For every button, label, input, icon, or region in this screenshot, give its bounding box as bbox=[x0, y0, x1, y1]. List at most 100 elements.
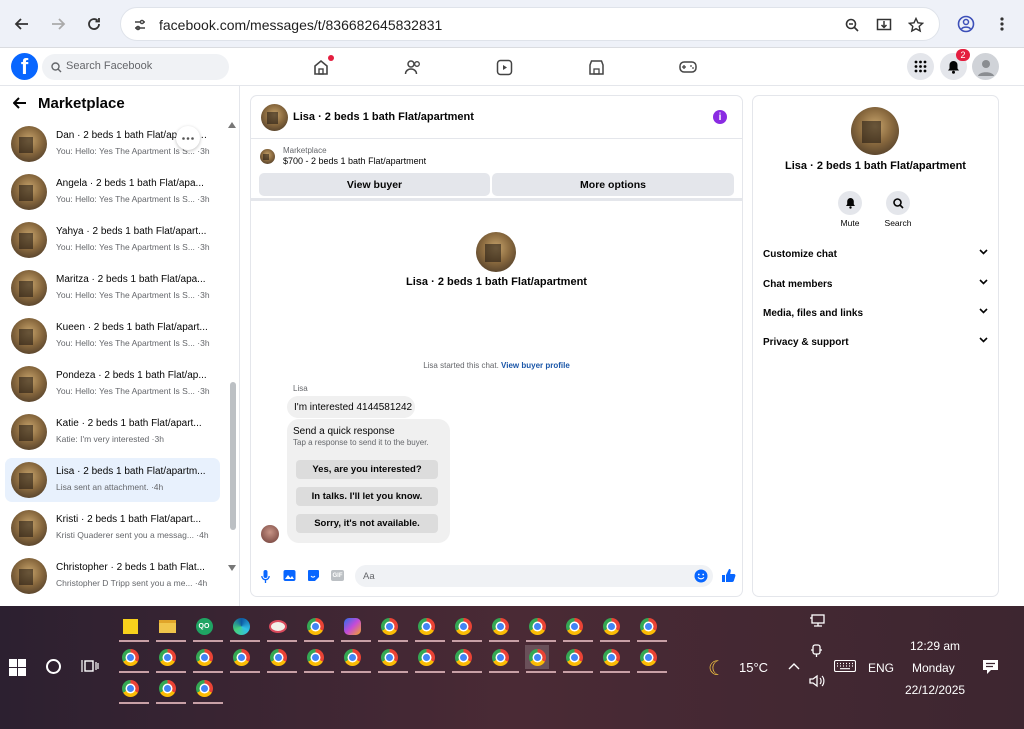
chrome-icon[interactable] bbox=[340, 645, 371, 673]
sticky-notes-icon[interactable] bbox=[118, 614, 149, 642]
weather-moon-icon[interactable]: ☾ bbox=[708, 656, 726, 681]
chrome-icon[interactable] bbox=[488, 645, 519, 673]
volume-icon[interactable] bbox=[809, 674, 825, 688]
facebook-logo[interactable]: f bbox=[11, 53, 38, 80]
install-app-icon[interactable] bbox=[875, 16, 893, 34]
message-composer[interactable]: Aa bbox=[355, 565, 713, 587]
listing-title[interactable]: $700 - 2 beds 1 bath Flat/apartment bbox=[283, 156, 426, 166]
info-avatar[interactable] bbox=[851, 107, 899, 155]
gaming-icon[interactable] bbox=[676, 56, 700, 78]
chrome-icon[interactable] bbox=[414, 614, 445, 642]
quick-reply-in-talks[interactable]: In talks. I'll let you know. bbox=[296, 487, 438, 506]
file-explorer-icon[interactable] bbox=[155, 614, 186, 642]
quick-reply-yes[interactable]: Yes, are you interested? bbox=[296, 460, 438, 479]
sender-avatar[interactable] bbox=[261, 525, 279, 543]
app-qo-icon[interactable]: QO bbox=[192, 614, 223, 642]
back-arrow-icon[interactable] bbox=[10, 12, 34, 36]
chrome-icon[interactable] bbox=[118, 645, 149, 673]
chrome-icon[interactable] bbox=[229, 645, 260, 673]
back-arrow-icon[interactable] bbox=[13, 97, 27, 109]
tray-expand-icon[interactable] bbox=[788, 662, 800, 670]
language-indicator[interactable]: ENG bbox=[868, 661, 894, 675]
search-circle-icon[interactable] bbox=[46, 659, 61, 674]
chrome-icon[interactable] bbox=[303, 645, 334, 673]
friends-icon[interactable] bbox=[401, 56, 425, 78]
menu-grid-icon[interactable] bbox=[907, 53, 934, 80]
camera-mic-icon[interactable] bbox=[810, 644, 824, 658]
chat-avatar[interactable] bbox=[261, 104, 288, 131]
zoom-icon[interactable] bbox=[843, 16, 861, 34]
like-thumb-icon[interactable] bbox=[721, 568, 736, 583]
chrome-icon[interactable] bbox=[155, 676, 186, 704]
mute-button[interactable] bbox=[838, 191, 862, 215]
chrome-icon[interactable] bbox=[303, 614, 334, 642]
scrollbar-thumb[interactable] bbox=[230, 382, 236, 530]
marketplace-icon[interactable] bbox=[584, 56, 608, 78]
scroll-down-icon[interactable] bbox=[228, 565, 236, 571]
bookmark-star-icon[interactable] bbox=[907, 16, 925, 34]
conversation-item[interactable]: Christopher · 2 beds 1 bath Flat... Chris… bbox=[5, 554, 220, 598]
conversation-item[interactable]: Kristi · 2 beds 1 bath Flat/apart... Kris… bbox=[5, 506, 220, 550]
chrome-icon[interactable] bbox=[636, 614, 667, 642]
conversation-item[interactable]: Maritza · 2 beds 1 bath Flat/apa... You: … bbox=[5, 266, 220, 310]
facebook-search[interactable]: Search Facebook bbox=[42, 54, 229, 80]
video-icon[interactable] bbox=[492, 56, 516, 78]
keyboard-icon[interactable] bbox=[834, 660, 856, 672]
forward-arrow-icon[interactable] bbox=[46, 12, 70, 36]
info-section-row[interactable]: Media, files and links bbox=[763, 308, 988, 328]
scroll-up-icon[interactable] bbox=[228, 122, 236, 128]
site-info-icon[interactable] bbox=[131, 16, 149, 34]
chrome-icon[interactable] bbox=[451, 614, 482, 642]
emoji-icon[interactable] bbox=[694, 569, 708, 583]
view-buyer-profile-link[interactable]: View buyer profile bbox=[501, 361, 570, 370]
profile-icon[interactable] bbox=[954, 12, 978, 36]
photo-icon[interactable] bbox=[283, 569, 296, 582]
gif-icon[interactable]: GIF bbox=[331, 570, 344, 581]
info-icon[interactable]: i bbox=[713, 110, 727, 124]
profile-avatar-large[interactable] bbox=[476, 232, 516, 272]
home-icon[interactable] bbox=[309, 55, 334, 78]
chrome-icon[interactable] bbox=[266, 645, 297, 673]
paint-icon[interactable] bbox=[266, 614, 297, 642]
conversation-item[interactable]: Katie · 2 beds 1 bath Flat/apart... Katie… bbox=[5, 410, 220, 454]
conversation-item[interactable]: Yahya · 2 beds 1 bath Flat/apart... You: … bbox=[5, 218, 220, 262]
chrome-icon[interactable] bbox=[192, 645, 223, 673]
more-options-button[interactable]: More options bbox=[492, 173, 734, 196]
conversation-item[interactable]: Lisa · 2 beds 1 bath Flat/apartm... Lisa … bbox=[5, 458, 220, 502]
info-section-row[interactable]: Chat members bbox=[763, 279, 988, 299]
notification-center-icon[interactable] bbox=[982, 659, 999, 675]
conversation-item[interactable]: Angela · 2 beds 1 bath Flat/apa... You: H… bbox=[5, 170, 220, 214]
chrome-icon[interactable] bbox=[562, 614, 593, 642]
clock-date[interactable]: 22/12/2025 bbox=[905, 683, 965, 697]
windows-start-icon[interactable] bbox=[9, 659, 26, 676]
chrome-icon[interactable] bbox=[451, 645, 482, 673]
browser-menu-icon[interactable] bbox=[990, 12, 1014, 36]
search-chat-button[interactable] bbox=[886, 191, 910, 215]
reload-icon[interactable] bbox=[82, 12, 106, 36]
clock-time[interactable]: 12:29 am bbox=[910, 639, 960, 653]
chrome-icon[interactable] bbox=[118, 676, 149, 704]
sticker-icon[interactable] bbox=[307, 569, 320, 582]
info-section-row[interactable]: Privacy & support bbox=[763, 337, 988, 357]
chrome-icon[interactable] bbox=[599, 614, 630, 642]
conversation-item[interactable]: Pondeza · 2 beds 1 bath Flat/ap... You: H… bbox=[5, 362, 220, 406]
conversation-item[interactable]: Dan · 2 beds 1 bath Flat/apartment You: H… bbox=[5, 122, 220, 166]
copilot-icon[interactable] bbox=[340, 614, 371, 642]
account-avatar[interactable] bbox=[972, 53, 999, 80]
chrome-icon[interactable] bbox=[599, 645, 630, 673]
chrome-icon[interactable] bbox=[192, 676, 223, 704]
message-bubble[interactable]: I'm interested 4144581242 bbox=[287, 396, 415, 418]
view-buyer-button[interactable]: View buyer bbox=[259, 173, 490, 196]
conversation-item[interactable]: Kueen · 2 beds 1 bath Flat/apart... You: … bbox=[5, 314, 220, 358]
chrome-icon[interactable] bbox=[525, 614, 556, 642]
clock-day[interactable]: Monday bbox=[912, 661, 955, 675]
network-icon[interactable] bbox=[809, 614, 826, 629]
microphone-icon[interactable] bbox=[261, 570, 270, 583]
more-options-icon[interactable] bbox=[176, 126, 200, 150]
task-view-icon[interactable] bbox=[81, 658, 99, 674]
chrome-icon[interactable] bbox=[636, 645, 667, 673]
weather-temp[interactable]: 15°C bbox=[739, 660, 768, 675]
edge-icon[interactable] bbox=[229, 614, 260, 642]
chrome-icon[interactable] bbox=[414, 645, 445, 673]
chrome-icon[interactable] bbox=[525, 645, 556, 673]
